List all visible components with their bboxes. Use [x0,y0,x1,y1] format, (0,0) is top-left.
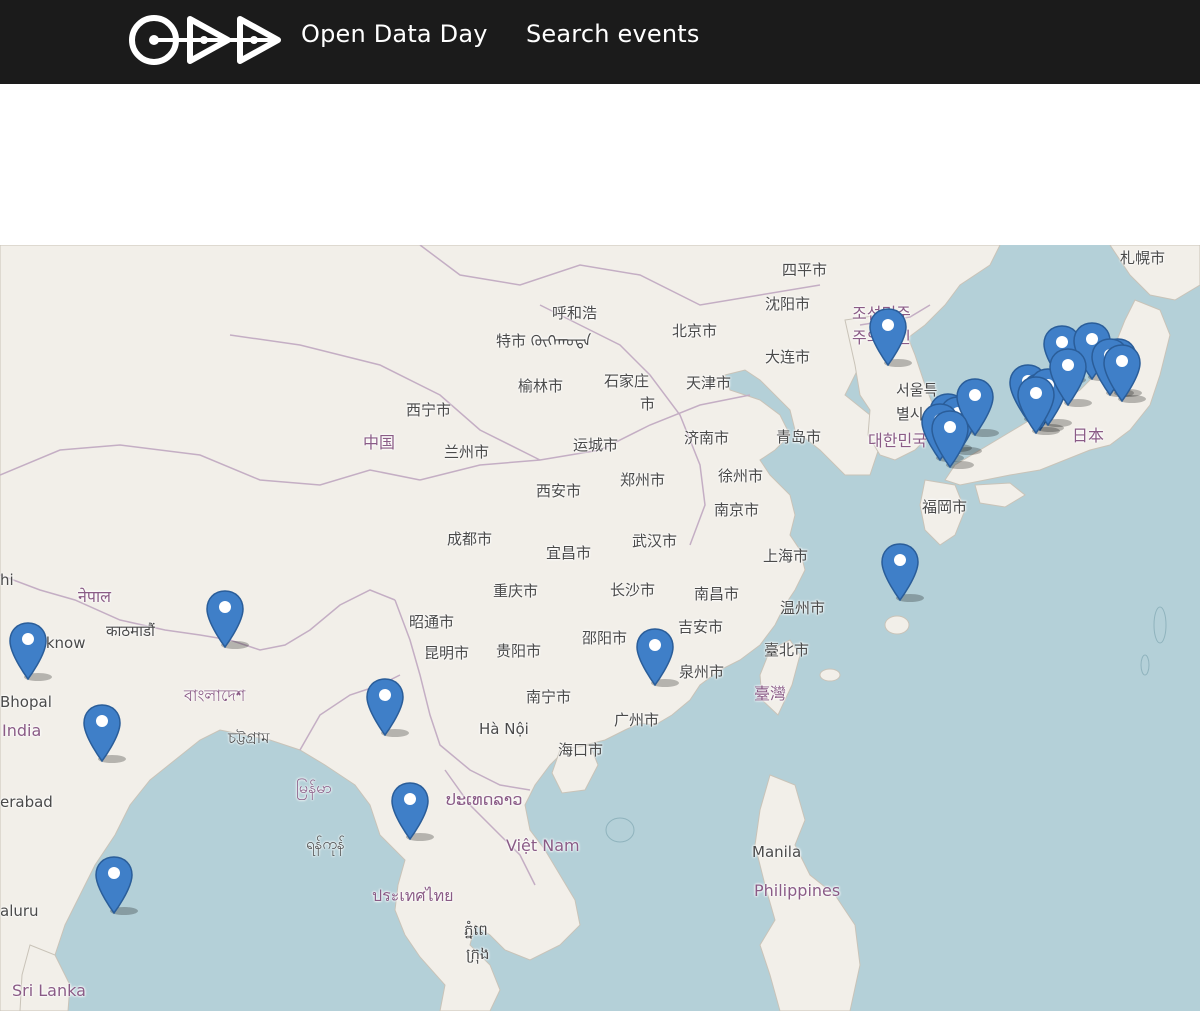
map-label-shenyang: 沈阳市 [765,295,811,313]
map-label-philippines: Philippines [754,881,841,900]
event-map-pin-icon[interactable] [365,677,409,737]
event-map-pin-icon[interactable] [8,621,52,681]
map-label-japan: 日本 [1072,426,1105,445]
map-label-yuncheng: 运城市 [573,436,619,454]
map-label-srilanka: Sri Lanka [12,981,86,1000]
map-label-bhopal: Bhopal [0,693,52,711]
map-label-tianjin: 天津市 [686,374,732,392]
event-map-pin-icon[interactable] [1016,375,1060,435]
map-label-xining: 西宁市 [406,401,452,419]
event-map-pin-icon[interactable] [930,409,974,469]
map-label-china: 中国 [363,433,396,452]
map-label-yangon: ရန်ကုန် [306,835,345,853]
map-label-phnompenh2: ក្រុង [466,945,490,963]
map-label-yichang: 宜昌市 [546,544,592,562]
event-map-pin-icon[interactable] [82,703,126,763]
map-label-siping: 四平市 [782,261,828,279]
map-label-vietnam: Việt Nam [506,836,580,855]
map-label-delhi-partial: hi [0,571,14,589]
map-base-tiles [0,245,1200,1011]
map-label-wenzhou: 温州市 [780,599,826,617]
map-label-bengaluru: aluru [0,902,39,920]
event-map-pin-icon[interactable] [635,627,679,687]
map-label-dalian: 大连市 [765,348,811,366]
event-map-pin-icon[interactable] [880,542,924,602]
map-label-wuhan: 武汉市 [632,532,678,550]
map-label-guiyang: 贵阳市 [496,642,542,660]
page-spacer [0,84,1200,245]
map-label-guangzhou: 广州市 [614,711,660,729]
map-label-zhengzhou: 郑州市 [620,471,666,489]
map-label-nepal: नेपाल [78,587,111,606]
map-label-nanning: 南宁市 [526,688,572,706]
map-label-nanchang: 南昌市 [694,585,740,603]
event-map-pin-icon[interactable] [390,781,434,841]
map-label-kunming: 昆明市 [424,644,470,662]
map-label-yulin: 榆林市 [518,377,564,395]
map-label-baotou: 特市 ᠬᠥᠬᠡᠬᠣᠲᠠ [496,332,592,350]
map-label-manila: Manila [752,843,802,861]
map-label-zhaotong: 昭通市 [409,613,455,631]
map-label-shijiazhuang2: 市 [640,395,656,413]
map-label-korea: 대한민국 [868,431,927,450]
map-label-bangladesh: বাংলাদেশ [184,686,246,705]
map-label-hohhot: 呼和浩 [552,304,598,322]
nav-search-events-link[interactable]: Search events [526,18,700,50]
nav-open-data-day-link[interactable]: Open Data Day [301,18,488,50]
map-label-qingdao: 青岛市 [776,428,822,446]
map-label-beijing: 北京市 [672,322,718,340]
map-label-shijiazhuang1: 石家庄 [604,372,650,390]
map-label-xuzhou: 徐州市 [718,467,764,485]
map-label-chongqing: 重庆市 [493,582,539,600]
map-label-sapporo: 札幌市 [1120,249,1166,267]
map-label-chittagong: চট্টগ্রাম [228,729,270,747]
odd-logo-icon[interactable] [128,14,282,66]
event-map-pin-icon[interactable] [205,589,249,649]
map-label-india: India [2,721,42,740]
map-label-quanzhou: 泉州市 [679,663,725,681]
map-label-haikou: 海口市 [558,741,604,759]
map-label-lanzhou: 兰州市 [444,443,490,461]
map-label-thailand: ประเทศไทย [372,886,454,905]
map-label-hyderabad: erabad [0,793,53,811]
top-navbar: Open Data Day Search events [0,0,1200,84]
map-label-chengdu: 成都市 [447,530,493,548]
map-label-shaoyang: 邵阳市 [582,629,628,647]
map-label-jinan: 济南市 [684,429,730,447]
map-label-jian: 吉安市 [678,618,724,636]
event-map-pin-icon[interactable] [868,307,912,367]
map-label-phnompenh1: ភ្នំពេ [464,921,488,939]
map-label-kathmandu: काठमाडौं [106,622,155,640]
map-label-xian: 西安市 [536,482,582,500]
map-label-myanmar: မြန်မာ [296,778,332,797]
map-label-taipei: 臺北市 [764,641,810,659]
event-map-pin-icon[interactable] [94,855,138,915]
map-label-hanoi: Hà Nội [479,720,529,738]
map-label-nanjing: 南京市 [714,501,760,519]
map-label-shanghai: 上海市 [763,547,809,565]
events-map[interactable]: 四平市札幌市呼和浩特市 ᠬᠥᠬᠡᠬᠣᠲᠠ北京市沈阳市조선민주주의인민大连市榆林市… [0,245,1200,1011]
map-label-changsha: 长沙市 [610,581,656,599]
event-map-pin-icon[interactable] [1102,343,1146,403]
map-label-fukuoka: 福岡市 [922,498,968,516]
map-label-taiwan: 臺灣 [754,684,787,703]
map-label-laos: ປະເທດລາວ [446,790,523,809]
